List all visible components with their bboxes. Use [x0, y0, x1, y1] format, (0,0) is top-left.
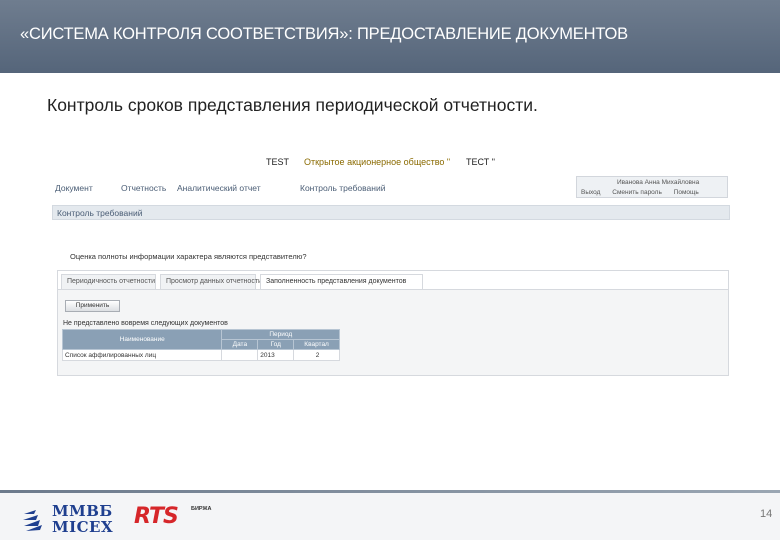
- column-header-date: Дата: [221, 339, 259, 350]
- tab-view-data[interactable]: Просмотр данных отчетности: [160, 274, 262, 289]
- rts-logo: RTS БИРЖА: [134, 504, 234, 536]
- nav-item-control[interactable]: Контроль требований: [300, 183, 385, 193]
- slide-subtitle: Контроль сроков представления периодичес…: [47, 95, 538, 115]
- table-row[interactable]: Список аффилированных лиц 2013 2: [61, 349, 340, 361]
- tab-content: Применить Не представлено вовремя следую…: [58, 290, 728, 375]
- content-panel: Периодичность отчетности Просмотр данных…: [57, 270, 729, 376]
- cell-quarter: 2: [293, 349, 340, 361]
- apply-button[interactable]: Применить: [65, 300, 120, 312]
- change-password-link[interactable]: Сменить пароль: [612, 189, 662, 196]
- help-link[interactable]: Помощь: [674, 189, 699, 196]
- page-number: 14: [760, 508, 773, 520]
- micex-emblem-icon: [23, 510, 42, 531]
- nav-item-analytics[interactable]: Аналитический отчет: [177, 183, 261, 193]
- tab-completeness[interactable]: Заполненность представления документов: [260, 274, 423, 289]
- column-header-year: Год: [257, 339, 295, 350]
- section-title: Контроль требований: [57, 208, 143, 218]
- user-name: Иванова Анна Михайловна: [617, 179, 700, 186]
- micex-logo: ММВБ MICEX: [22, 500, 132, 538]
- company-name: Открытое акционерное общество ": [304, 157, 451, 167]
- nav-item-reports[interactable]: Отчетность: [121, 183, 166, 193]
- overdue-documents-table: Наименование Период Дата Год Квартал Спи…: [61, 329, 340, 361]
- question-text: Оценка полноты информации характера явля…: [70, 252, 307, 261]
- section-bar: Контроль требований: [52, 205, 730, 220]
- rts-logo-sub: БИРЖА: [191, 506, 212, 512]
- user-panel: Иванова Анна Михайловна Выход Сменить па…: [576, 176, 728, 198]
- logout-link[interactable]: Выход: [581, 189, 600, 196]
- cell-date: [221, 349, 259, 361]
- header-bar: «СИСТЕМА КОНТРОЛЯ СООТВЕТСТВИЯ»: ПРЕДОСТ…: [0, 0, 780, 73]
- tab-periodicity[interactable]: Периодичность отчетности: [61, 274, 156, 289]
- slide-title: «СИСТЕМА КОНТРОЛЯ СООТВЕТСТВИЯ»: ПРЕДОСТ…: [20, 25, 628, 43]
- test-label: TEST: [266, 157, 290, 167]
- nav-item-documents[interactable]: Документ: [55, 183, 93, 193]
- column-header-period: Период: [221, 329, 340, 340]
- column-header-name: Наименование: [61, 329, 223, 350]
- micex-logo-bottom: MICEX: [52, 518, 114, 536]
- column-header-quarter: Квартал: [293, 339, 340, 350]
- cell-name: Список аффилированных лиц: [61, 349, 223, 361]
- cell-year: 2013: [257, 349, 295, 361]
- table-caption: Не представлено вовремя следующих докуме…: [63, 320, 228, 327]
- rts-logo-text: RTS: [134, 504, 179, 529]
- company-test: ТЕСТ ": [466, 157, 495, 167]
